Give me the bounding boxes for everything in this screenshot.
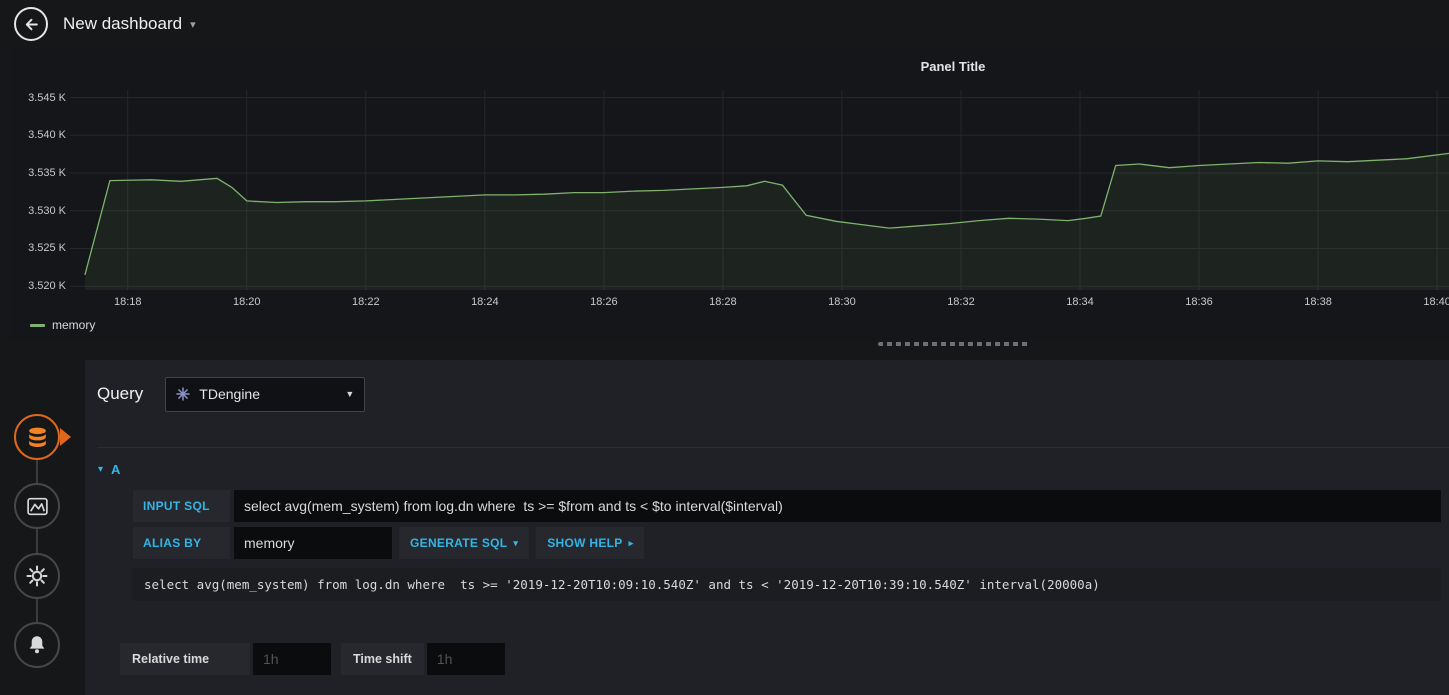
time-options-row: Relative time Time shift [120, 643, 505, 675]
x-tick-label: 18:34 [1066, 296, 1094, 308]
rail-connector-line [36, 437, 38, 645]
datasource-name: TDengine [199, 386, 260, 402]
generated-sql-text: select avg(mem_system) from log.dn where… [133, 568, 1441, 601]
y-tick-label: 3.525 K [28, 242, 66, 255]
query-ref-id: A [111, 461, 121, 477]
chart-plot[interactable] [70, 90, 1449, 290]
x-tick-label: 18:20 [232, 296, 261, 308]
alias-by-row: ALIAS BY GENERATE SQL ▾ SHOW HELP ▸ [133, 527, 1441, 559]
caret-down-icon: ▾ [513, 537, 519, 548]
generate-sql-button[interactable]: GENERATE SQL ▾ [399, 527, 530, 559]
y-tick-label: 3.535 K [28, 167, 66, 180]
arrow-left-icon [25, 18, 38, 30]
gear-icon [26, 565, 48, 587]
x-tick-label: 18:18 [113, 296, 142, 308]
section-divider [97, 447, 1449, 448]
relative-time-label: Relative time [120, 643, 250, 675]
y-tick-label: 3.520 K [28, 280, 66, 293]
relative-time-input[interactable] [253, 643, 331, 675]
y-tick-label: 3.530 K [28, 204, 66, 217]
query-header: Query TDengine ▼ [97, 376, 366, 412]
caret-down-icon: ▾ [98, 463, 104, 475]
query-editor-panel: Query TDengine ▼ ▾ A INPUT SQL ALIAS BY [85, 360, 1449, 695]
x-tick-label: 18:28 [709, 296, 737, 308]
panel-title[interactable]: Panel Title [10, 59, 1449, 74]
tdengine-logo-icon [176, 387, 191, 401]
legend-item-memory[interactable]: memory [30, 318, 95, 332]
x-tick-label: 18:26 [590, 296, 618, 308]
tab-queries[interactable] [14, 414, 60, 460]
bell-icon [29, 636, 45, 654]
generate-sql-label: GENERATE SQL [410, 536, 508, 550]
editor-tab-rail [0, 360, 85, 695]
input-sql-label: INPUT SQL [133, 490, 230, 522]
y-tick-label: 3.540 K [28, 129, 66, 142]
horizontal-scrollbar[interactable] [878, 342, 1030, 346]
time-shift-input[interactable] [426, 643, 505, 675]
x-tick-label: 18:30 [828, 296, 856, 308]
memory-series-fill [84, 153, 1449, 290]
x-tick-label: 18:36 [1185, 296, 1213, 308]
caret-down-icon: ▼ [345, 389, 355, 399]
alias-by-field[interactable] [234, 527, 392, 559]
input-sql-row: INPUT SQL [133, 490, 1441, 522]
tab-general[interactable] [14, 553, 60, 599]
dashboard-title[interactable]: New dashboard [63, 14, 182, 34]
datasource-select[interactable]: TDengine ▼ [165, 376, 366, 412]
x-tick-label: 18:22 [352, 296, 380, 308]
alias-by-label: ALIAS BY [133, 527, 230, 559]
query-section-title: Query [97, 384, 144, 403]
x-tick-label: 18:38 [1304, 296, 1332, 308]
show-help-label: SHOW HELP [547, 536, 623, 550]
y-tick-label: 3.545 K [28, 91, 66, 104]
grafana-panel-edit-page: New dashboard ▾ Panel Title memory 3.545… [0, 0, 1449, 695]
tab-alert[interactable] [14, 622, 60, 668]
x-tick-label: 18:32 [947, 296, 975, 308]
query-ref-toggle[interactable]: ▾ A [98, 458, 120, 480]
tab-visualization[interactable] [14, 483, 60, 529]
database-icon [28, 427, 46, 447]
graph-icon [26, 497, 48, 515]
show-help-button[interactable]: SHOW HELP ▸ [536, 527, 645, 559]
x-tick-label: 18:24 [471, 296, 499, 308]
time-shift-label: Time shift [341, 643, 424, 675]
back-button[interactable] [14, 7, 48, 41]
legend-label: memory [52, 318, 96, 332]
input-sql-field[interactable] [234, 490, 1441, 522]
legend-swatch [30, 323, 45, 327]
active-tab-arrow [60, 428, 71, 446]
caret-right-icon: ▸ [628, 537, 634, 548]
x-tick-label: 18:40 [1423, 296, 1449, 308]
top-nav: New dashboard ▾ [0, 0, 1449, 48]
chevron-down-icon[interactable]: ▾ [190, 18, 196, 31]
chart-panel: Panel Title memory 3.545 K 3.540 K 3.535 K… [10, 48, 1449, 340]
